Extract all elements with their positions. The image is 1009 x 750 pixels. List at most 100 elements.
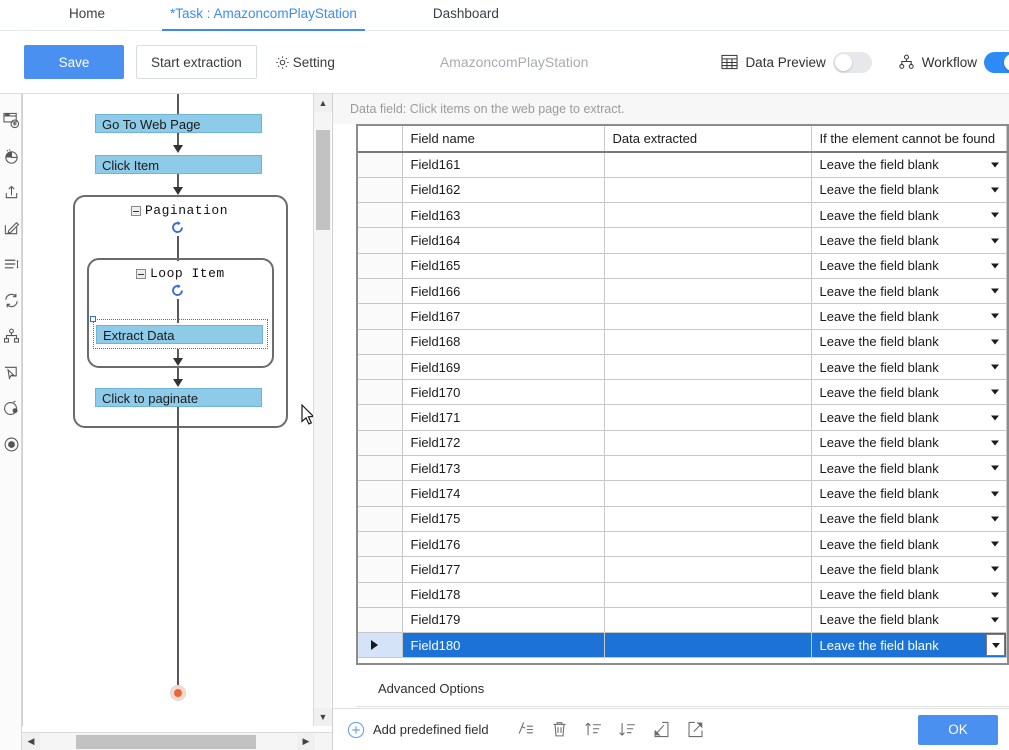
table-row[interactable]: Field172 Leave the field blank <box>358 430 1007 457</box>
cell-fallback-select[interactable]: Leave the field blank <box>811 253 1007 279</box>
cell-fallback-select[interactable]: Leave the field blank <box>811 329 1007 355</box>
row-selector-cell[interactable] <box>358 607 403 634</box>
table-row[interactable]: Field169 Leave the field blank <box>358 354 1007 381</box>
chevron-down-icon[interactable] <box>991 162 999 168</box>
workflow-horizontal-scrollbar[interactable]: ◀ ▶ <box>22 732 332 750</box>
table-row[interactable]: Field180 Leave the field blank <box>358 632 1007 659</box>
row-selector-cell[interactable] <box>358 354 403 381</box>
tab-task[interactable]: *Task : AmazoncomPlayStation <box>154 0 373 31</box>
cell-data-extracted[interactable] <box>604 430 812 457</box>
cell-fallback-select[interactable]: Leave the field blank <box>811 582 1007 608</box>
rename-field-icon[interactable] <box>511 716 541 744</box>
cell-field-name[interactable]: Field163 <box>402 202 605 229</box>
cell-field-name[interactable]: Field170 <box>402 379 605 406</box>
cell-fallback-select[interactable]: Leave the field blank <box>811 202 1007 229</box>
cell-fallback-select[interactable]: Leave the field blank <box>811 455 1007 482</box>
cell-fallback-select[interactable]: Leave the field blank <box>811 278 1007 305</box>
table-row[interactable]: Field165 Leave the field blank <box>358 253 1007 279</box>
selection-handle[interactable] <box>90 316 96 322</box>
dropdown-button[interactable] <box>986 634 1005 657</box>
table-row[interactable]: Field173 Leave the field blank <box>358 455 1007 482</box>
cell-fallback-select[interactable]: Leave the field blank <box>811 303 1007 330</box>
setting-button[interactable]: Setting <box>275 45 335 79</box>
chevron-down-icon[interactable] <box>991 238 999 244</box>
cell-field-name[interactable]: Field168 <box>402 329 605 355</box>
move-mouse-icon[interactable] <box>0 354 22 390</box>
column-header-fallback[interactable]: If the element cannot be found <box>811 126 1007 153</box>
cell-field-name[interactable]: Field177 <box>402 556 605 583</box>
cell-fallback-select[interactable]: Leave the field blank <box>811 531 1007 558</box>
row-selector-cell[interactable] <box>358 202 403 229</box>
move-down-icon[interactable] <box>613 716 643 744</box>
chevron-down-icon[interactable] <box>991 415 999 421</box>
cell-data-extracted[interactable] <box>604 329 812 355</box>
cell-field-name[interactable]: Field165 <box>402 253 605 279</box>
start-extraction-button[interactable]: Start extraction <box>136 45 257 79</box>
workflow-node-extract-data[interactable]: Extract Data <box>96 325 263 344</box>
horizontal-scroll-thumb[interactable] <box>76 735 256 749</box>
chevron-down-icon[interactable] <box>991 440 999 446</box>
table-row[interactable]: Field164 Leave the field blank <box>358 227 1007 254</box>
row-selector-cell[interactable] <box>358 329 403 355</box>
chevron-down-icon[interactable] <box>991 465 999 471</box>
chevron-down-icon[interactable] <box>991 491 999 496</box>
cell-data-extracted[interactable] <box>604 278 812 305</box>
cell-field-name[interactable]: Field162 <box>402 177 605 204</box>
row-selector-cell[interactable] <box>358 404 403 431</box>
cell-data-extracted[interactable] <box>604 607 812 634</box>
row-selector-cell[interactable] <box>358 430 403 457</box>
delete-field-icon[interactable] <box>545 716 575 744</box>
cell-field-name[interactable]: Field173 <box>402 455 605 482</box>
workflow-switch[interactable] <box>984 51 1009 73</box>
table-row[interactable]: Field163 Leave the field blank <box>358 202 1007 229</box>
column-header-field-name[interactable]: Field name <box>402 126 605 153</box>
cell-field-name[interactable]: Field166 <box>402 278 605 305</box>
table-row[interactable]: Field175 Leave the field blank <box>358 506 1007 532</box>
add-predefined-field-button[interactable]: Add predefined field <box>347 721 489 739</box>
cell-field-name[interactable]: Field171 <box>402 404 605 431</box>
capture-icon[interactable] <box>0 390 22 426</box>
cell-field-name[interactable]: Field179 <box>402 607 605 634</box>
cell-fallback-select[interactable]: Leave the field blank <box>811 430 1007 457</box>
table-row[interactable]: Field167 Leave the field blank <box>358 303 1007 330</box>
vertical-scroll-thumb[interactable] <box>316 130 330 230</box>
row-selector-cell[interactable] <box>358 278 403 305</box>
ok-button[interactable]: OK <box>918 714 998 745</box>
click-item-icon[interactable] <box>0 138 22 174</box>
row-selector-cell[interactable] <box>358 177 403 204</box>
chevron-down-icon[interactable] <box>991 617 999 623</box>
cell-fallback-select[interactable]: Leave the field blank <box>811 227 1007 254</box>
cell-data-extracted[interactable] <box>604 177 812 204</box>
move-up-icon[interactable] <box>579 716 609 744</box>
chevron-down-icon[interactable] <box>991 339 999 345</box>
cell-fallback-select[interactable]: Leave the field blank <box>811 152 1007 178</box>
cell-field-name[interactable]: Field180 <box>402 632 605 659</box>
branch-icon[interactable] <box>0 318 22 354</box>
table-row[interactable]: Field168 Leave the field blank <box>358 329 1007 355</box>
workflow-node-go-to-web-page[interactable]: Go To Web Page <box>95 114 262 133</box>
data-field-grid[interactable]: Field name Data extracted If the element… <box>356 124 1009 665</box>
cell-field-name[interactable]: Field167 <box>402 303 605 330</box>
scroll-left-button[interactable]: ◀ <box>22 733 40 750</box>
save-button[interactable]: Save <box>24 45 124 79</box>
chevron-down-icon[interactable] <box>991 541 999 547</box>
table-row[interactable]: Field166 Leave the field blank <box>358 278 1007 305</box>
cell-fallback-select[interactable]: Leave the field blank <box>811 480 1007 507</box>
table-row[interactable]: Field162 Leave the field blank <box>358 177 1007 204</box>
row-selector-cell[interactable] <box>358 556 403 583</box>
cell-field-name[interactable]: Field169 <box>402 354 605 381</box>
scroll-up-button[interactable]: ▲ <box>314 94 332 112</box>
cell-data-extracted[interactable] <box>604 531 812 558</box>
cell-data-extracted[interactable] <box>604 202 812 229</box>
cell-data-extracted[interactable] <box>604 354 812 381</box>
table-row[interactable]: Field170 Leave the field blank <box>358 379 1007 406</box>
row-selector-cell[interactable] <box>358 455 403 482</box>
chevron-down-icon[interactable] <box>991 212 999 218</box>
table-row[interactable]: Field179 Leave the field blank <box>358 607 1007 634</box>
enter-text-icon[interactable] <box>0 174 22 210</box>
row-selector-cell[interactable] <box>358 632 403 659</box>
cell-data-extracted[interactable] <box>604 303 812 330</box>
cell-fallback-select[interactable]: Leave the field blank <box>811 354 1007 381</box>
cell-data-extracted[interactable] <box>604 480 812 507</box>
cell-data-extracted[interactable] <box>604 253 812 279</box>
